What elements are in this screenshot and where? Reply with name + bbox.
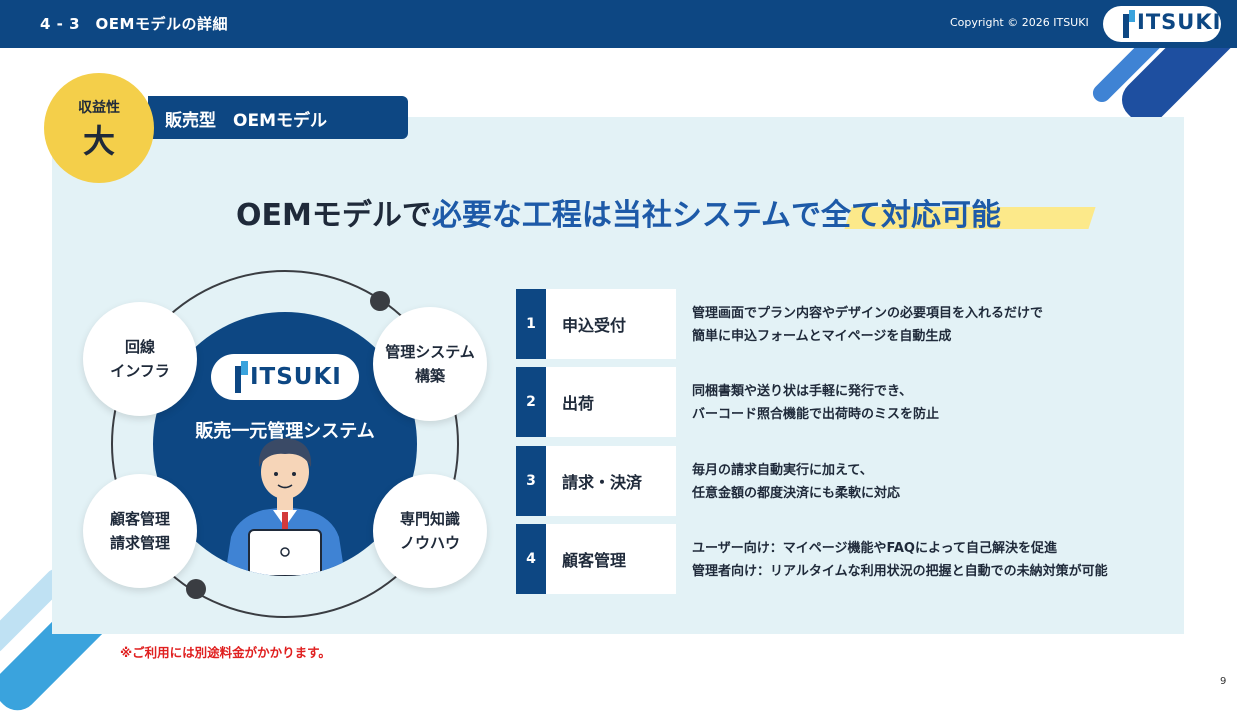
step-label: 請求・決済 (546, 446, 676, 516)
page-number: 9 (1220, 676, 1227, 687)
satellite-customer-billing: 顧客管理 請求管理 (83, 474, 197, 588)
step-desc-line: 簡単に申込フォームとマイページを自動生成 (692, 329, 952, 344)
step-label: 申込受付 (546, 289, 676, 359)
ring-dot-bottom (186, 579, 206, 599)
satellite-line: 顧客管理 (109, 510, 170, 528)
logo-mark-icon (1123, 10, 1135, 38)
step-number: 2 (516, 367, 546, 437)
step-label: 出荷 (546, 367, 676, 437)
satellite-management-system: 管理システム 構築 (373, 307, 487, 421)
ring-dot-top (370, 291, 390, 311)
step-description: 毎月の請求自動実行に加えて、 任意金額の都度決済にも柔軟に対応 (692, 459, 900, 505)
headline-part-3: 全て対応可能 (820, 198, 1001, 233)
satellite-line: ノウハウ (399, 534, 460, 552)
step-number: 1 (516, 289, 546, 359)
satellite-line: 請求管理 (109, 534, 170, 552)
satellite-network: 回線 インフラ (83, 302, 197, 416)
satellite-expertise: 専門知識 ノウハウ (373, 474, 487, 588)
step-desc-line: 毎月の請求自動実行に加えて、 (692, 463, 873, 478)
step-description: 同梱書類や送り状は手軽に発行でき、 バーコード照合機能で出荷時のミスを防止 (692, 380, 939, 426)
step-desc-line: 管理画面でプラン内容やデザインの必要項目を入れるだけで (692, 306, 1044, 321)
step-desc-line: ユーザー向け：マイページ機能やFAQによって自己解決を促進 (692, 541, 1057, 556)
step-number: 3 (516, 446, 546, 516)
step-desc-line: バーコード照合機能で出荷時のミスを防止 (692, 407, 940, 422)
satellite-line: 専門知識 (399, 510, 460, 528)
satellite-line: 回線 (124, 338, 155, 356)
step-description: ユーザー向け：マイページ機能やFAQによって自己解決を促進 管理者向け：リアルタ… (692, 537, 1108, 583)
step-desc-line: 同梱書類や送り状は手軽に発行でき、 (692, 384, 913, 399)
satellite-line: 構築 (414, 367, 445, 385)
center-logo-mark-icon (235, 361, 248, 393)
center-title: 販売一元管理システム (195, 421, 375, 442)
center-logo-text: ITSUKI (250, 364, 342, 390)
copyright-text: Copyright © 2026 ITSUKI (950, 16, 1089, 29)
satellite-line: 管理システム (385, 343, 475, 361)
step-description: 管理画面でプラン内容やデザインの必要項目を入れるだけで 簡単に申込フォームとマイ… (692, 302, 1043, 348)
step-number: 4 (516, 524, 546, 594)
satellite-line: インフラ (110, 362, 170, 380)
step-label: 顧客管理 (546, 524, 676, 594)
step-desc-line: 任意金額の都度決済にも柔軟に対応 (692, 486, 901, 501)
fee-note: ※ご利用には別途料金がかかります。 (120, 645, 331, 660)
header-logo-text: ITSUKI (1137, 10, 1222, 34)
step-desc-line: 管理者向け：リアルタイムな利用状況の把握と自動での未納対策が可能 (692, 564, 1108, 579)
